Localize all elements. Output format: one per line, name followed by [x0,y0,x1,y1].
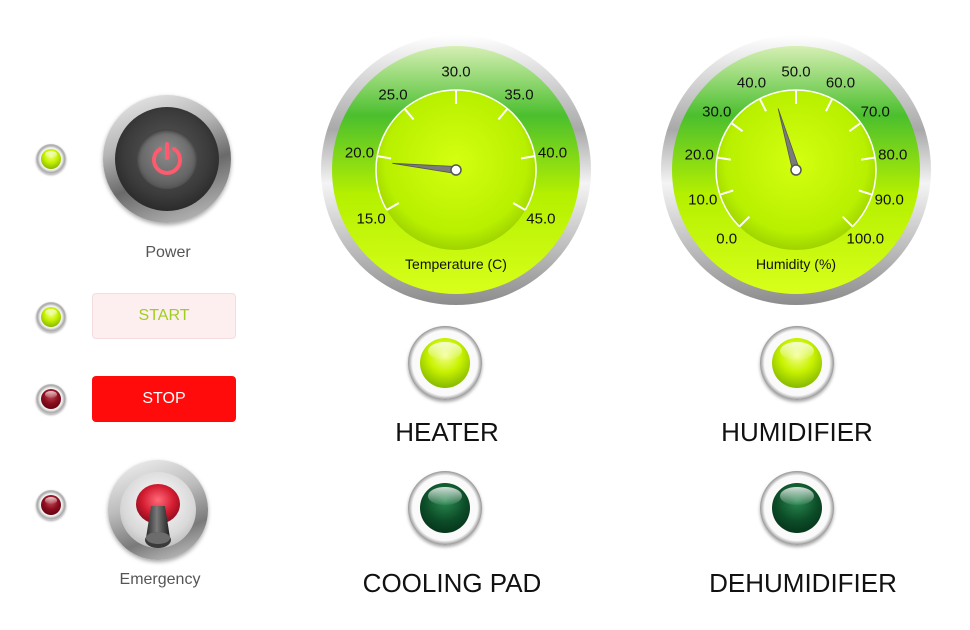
gauge-tick-label: 30.0 [441,63,471,81]
gauge-tick-label: 60.0 [825,74,856,92]
humidity-gauge-title: Humidity (%) [755,256,837,272]
cooling-pad-label: COOLING PAD [362,568,542,598]
gauge-tick-label: 45.0 [526,210,556,228]
start-status-lamp [36,302,66,332]
power-icon [152,142,182,175]
gauge-tick-label: 15.0 [356,210,386,228]
toggle-knob-icon [136,484,180,548]
power-status-lamp [36,144,66,174]
gauge-tick-label: 40.0 [736,74,767,92]
humidifier-label: HUMIDIFIER [721,417,873,447]
gauge-tick-label: 20.0 [684,146,714,164]
gauge-tick-label: 70.0 [860,103,890,121]
gauge-tick-label: 50.0 [781,63,811,81]
power-label: Power [145,244,191,261]
gauge-tick-label: 100.0 [846,230,885,248]
dehumidifier-label: DEHUMIDIFIER [709,568,897,598]
emergency-status-lamp [36,490,66,520]
gauge-tick-label: 20.0 [344,144,375,162]
heater-label: HEATER [395,417,499,447]
cooling-pad-lamp [408,471,482,545]
power-button[interactable] [103,95,231,223]
humidity-gauge: 0.0 10.0 20.0 30.0 40.0 50.0 60.0 70.0 80.0 90.0 1… [660,34,932,306]
gauge-tick-label: 25.0 [378,86,408,104]
gauge-tick-label: 0.0 [716,230,738,248]
gauge-tick-label: 30.0 [702,103,732,121]
dehumidifier-lamp [760,471,834,545]
gauge-tick-label: 40.0 [537,144,568,162]
stop-button[interactable]: STOP [92,376,236,422]
emergency-label: Emergency [119,571,201,588]
gauge-tick-label: 35.0 [504,86,534,104]
emergency-switch[interactable] [108,460,208,560]
temperature-gauge: 15.0 20.0 25.0 30.0 35.0 40.0 45.0 Temperature … [320,34,592,306]
gauge-tick-label: 90.0 [874,191,904,209]
gauge-tick-label: 10.0 [688,191,718,209]
start-button[interactable]: START [92,293,236,339]
heater-lamp [408,326,482,400]
stop-status-lamp [36,384,66,414]
humidifier-lamp [760,326,834,400]
control-panel: Power START STOP Emergency 15.0 20.0 25.… [0,0,970,630]
temperature-gauge-title: Temperature (C) [405,256,507,272]
gauge-tick-label: 80.0 [878,146,908,164]
